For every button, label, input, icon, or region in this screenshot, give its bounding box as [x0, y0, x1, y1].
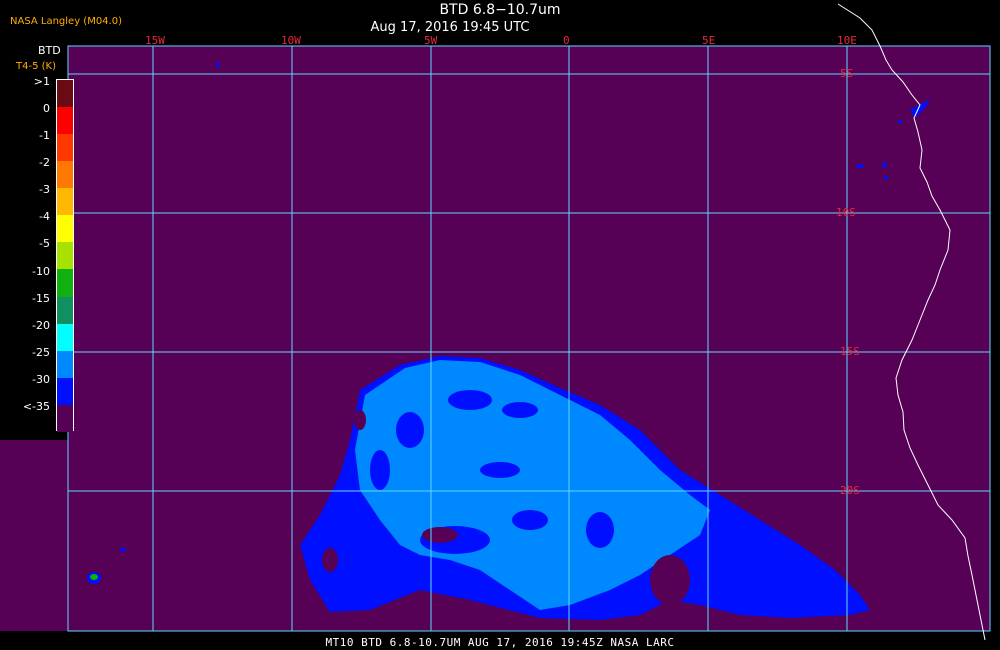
legend-swatch: [57, 215, 73, 243]
legend-swatch: [57, 323, 73, 351]
legend-label: 0: [43, 102, 50, 116]
lat-label-15s: 15S: [840, 345, 860, 358]
legend-swatch: [57, 188, 73, 216]
lon-label-10e: 10E: [837, 34, 857, 47]
legend-swatch: [57, 269, 73, 297]
legend-label: -30: [32, 372, 50, 386]
legend-label: -3: [39, 183, 50, 197]
legend-label: -5: [39, 237, 50, 251]
legend-label: -10: [32, 264, 50, 278]
legend-swatch: [57, 404, 73, 432]
lat-label-10s: 10S: [836, 206, 856, 219]
legend-label: -1: [39, 129, 50, 143]
legend-swatch: [57, 350, 73, 378]
legend-color-bar: [56, 79, 74, 432]
lon-label-5w: 5W: [424, 34, 438, 47]
legend-label: -20: [32, 318, 50, 332]
small-cloud-core: [90, 574, 98, 580]
legend-label: -15: [32, 291, 50, 305]
legend-swatch: [57, 161, 73, 189]
map-title: BTD 6.8−10.7um: [439, 2, 561, 18]
map-subtitle: Aug 17, 2016 19:45 UTC: [370, 20, 530, 35]
legend-swatch: [57, 377, 73, 405]
legend-label: -4: [39, 210, 50, 224]
lon-label-5e: 5E: [702, 34, 716, 47]
legend-swatch: [57, 242, 73, 270]
map-background-left: [0, 440, 68, 631]
legend-swatch: [57, 296, 73, 324]
legend-swatch: [57, 107, 73, 135]
lat-label-5s: 5S: [840, 67, 854, 80]
satellite-map: [0, 3, 991, 641]
legend-swatch: [57, 80, 73, 108]
legend-label: -2: [39, 156, 50, 170]
legend-title: BTD: [38, 44, 61, 57]
lon-label-0: 0: [563, 34, 570, 47]
lat-label-20s: 20S: [840, 484, 860, 497]
small-cloud-speck: [120, 548, 126, 551]
footer-caption: MT10 BTD 6.8-10.7UM AUG 17, 2016 19:45Z …: [325, 636, 675, 649]
legend-label: -25: [32, 345, 50, 359]
legend-label: >1: [33, 75, 50, 88]
legend-unit: T4-5 (K): [16, 61, 56, 72]
lon-label-15w: 15W: [145, 34, 165, 47]
lon-label-10w: 10W: [281, 34, 301, 47]
legend-label: <-35: [22, 399, 50, 413]
legend-swatch: [57, 134, 73, 162]
